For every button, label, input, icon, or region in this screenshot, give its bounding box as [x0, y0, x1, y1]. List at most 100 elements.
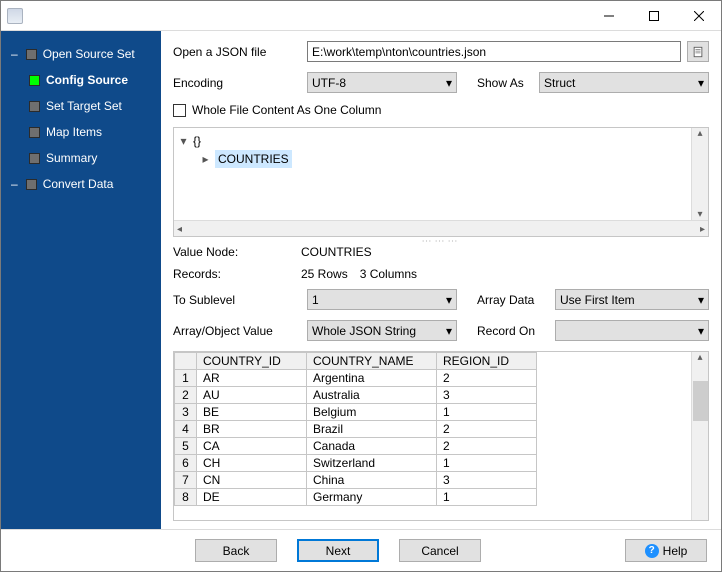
- file-icon: [692, 46, 704, 58]
- wizard-sidebar: – Open Source Set Config Source Set Targ…: [1, 31, 161, 529]
- close-button[interactable]: [676, 1, 721, 30]
- chevron-down-icon: ▾: [446, 293, 452, 307]
- column-header[interactable]: COUNTRY_NAME: [307, 353, 437, 370]
- maximize-button[interactable]: [631, 1, 676, 30]
- json-tree[interactable]: ▾ {} ▸ COUNTRIES ▴ ▾ ◂ ▸: [173, 127, 709, 237]
- showas-select[interactable]: Struct ▾: [539, 72, 709, 93]
- cell[interactable]: CN: [197, 472, 307, 489]
- cell[interactable]: BE: [197, 404, 307, 421]
- row-number: 6: [175, 455, 197, 472]
- tree-horizontal-scrollbar[interactable]: ◂ ▸: [174, 220, 708, 237]
- nav-summary[interactable]: Summary: [1, 145, 161, 171]
- row-number: 3: [175, 404, 197, 421]
- arraydata-value: Use First Item: [560, 293, 635, 307]
- back-button[interactable]: Back: [195, 539, 277, 562]
- tree-node-countries[interactable]: COUNTRIES: [215, 150, 292, 168]
- cell[interactable]: Argentina: [307, 370, 437, 387]
- table-row[interactable]: 5CACanada2: [175, 438, 537, 455]
- cell[interactable]: 2: [437, 370, 537, 387]
- cell[interactable]: BR: [197, 421, 307, 438]
- chevron-down-icon: ▾: [446, 324, 452, 338]
- arrayobj-value: Whole JSON String: [312, 324, 416, 338]
- help-button[interactable]: ? Help: [625, 539, 707, 562]
- cell[interactable]: Canada: [307, 438, 437, 455]
- app-window: – Open Source Set Config Source Set Targ…: [0, 0, 722, 572]
- cell[interactable]: Australia: [307, 387, 437, 404]
- table-row[interactable]: 8DEGermany1: [175, 489, 537, 506]
- step-marker-icon: [29, 153, 40, 164]
- cell[interactable]: 3: [437, 472, 537, 489]
- table-row[interactable]: 3BEBelgium1: [175, 404, 537, 421]
- nav-label: Convert Data: [43, 177, 114, 191]
- nav-set-target-set[interactable]: Set Target Set: [1, 93, 161, 119]
- nav-open-source-set[interactable]: – Open Source Set: [1, 41, 161, 67]
- chevron-down-icon: ▾: [698, 293, 704, 307]
- encoding-value: UTF-8: [312, 76, 346, 90]
- cancel-button[interactable]: Cancel: [399, 539, 481, 562]
- nav-map-items[interactable]: Map Items: [1, 119, 161, 145]
- expand-icon[interactable]: ▸: [200, 150, 211, 168]
- cell[interactable]: Belgium: [307, 404, 437, 421]
- tree-root[interactable]: {}: [193, 132, 201, 150]
- file-path-input[interactable]: [307, 41, 681, 62]
- cell[interactable]: AR: [197, 370, 307, 387]
- cell[interactable]: Brazil: [307, 421, 437, 438]
- nav-label: Open Source Set: [43, 47, 135, 61]
- cell[interactable]: Switzerland: [307, 455, 437, 472]
- encoding-select[interactable]: UTF-8 ▾: [307, 72, 457, 93]
- wizard-footer: Back Next Cancel ? Help: [1, 529, 721, 571]
- step-marker-icon: [29, 127, 40, 138]
- splitter-handle-icon[interactable]: ⋯⋯⋯: [173, 237, 709, 245]
- cell[interactable]: 2: [437, 438, 537, 455]
- encoding-label: Encoding: [173, 76, 301, 90]
- row-number: 2: [175, 387, 197, 404]
- grid-vertical-scrollbar[interactable]: ▴: [691, 352, 708, 520]
- cell[interactable]: China: [307, 472, 437, 489]
- column-header[interactable]: REGION_ID: [437, 353, 537, 370]
- chevron-down-icon: ▾: [698, 324, 704, 338]
- open-file-label: Open a JSON file: [173, 45, 301, 59]
- table-row[interactable]: 2AUAustralia3: [175, 387, 537, 404]
- nav-config-source[interactable]: Config Source: [1, 67, 161, 93]
- nav-label: Set Target Set: [46, 99, 122, 113]
- column-header[interactable]: COUNTRY_ID: [197, 353, 307, 370]
- whole-file-checkbox[interactable]: [173, 104, 186, 117]
- step-marker-icon: [29, 75, 40, 86]
- nav-convert-data[interactable]: – Convert Data: [1, 171, 161, 197]
- cell[interactable]: 1: [437, 455, 537, 472]
- table-row[interactable]: 7CNChina3: [175, 472, 537, 489]
- minimize-button[interactable]: [586, 1, 631, 30]
- collapse-icon[interactable]: ▾: [178, 132, 189, 150]
- tosublevel-label: To Sublevel: [173, 293, 301, 307]
- cell[interactable]: Germany: [307, 489, 437, 506]
- arrayobj-label: Array/Object Value: [173, 324, 301, 338]
- table-row[interactable]: 1ARArgentina2: [175, 370, 537, 387]
- row-number: 8: [175, 489, 197, 506]
- arraydata-select[interactable]: Use First Item ▾: [555, 289, 709, 310]
- cell[interactable]: CA: [197, 438, 307, 455]
- records-rows: 25 Rows: [301, 267, 348, 281]
- cell[interactable]: 3: [437, 387, 537, 404]
- arraydata-label: Array Data: [463, 293, 549, 307]
- cell[interactable]: 2: [437, 421, 537, 438]
- cell[interactable]: 1: [437, 404, 537, 421]
- cell[interactable]: CH: [197, 455, 307, 472]
- app-icon: [7, 8, 23, 24]
- step-marker-icon: [26, 179, 37, 190]
- cell[interactable]: AU: [197, 387, 307, 404]
- scroll-up-icon: ▴: [697, 352, 702, 363]
- records-label: Records:: [173, 267, 301, 281]
- tree-vertical-scrollbar[interactable]: ▴ ▾: [691, 128, 708, 220]
- browse-file-button[interactable]: [687, 41, 709, 62]
- tosublevel-select[interactable]: 1 ▾: [307, 289, 457, 310]
- next-button[interactable]: Next: [297, 539, 379, 562]
- arrayobj-select[interactable]: Whole JSON String ▾: [307, 320, 457, 341]
- table-row[interactable]: 4BRBrazil2: [175, 421, 537, 438]
- records-cols: 3 Columns: [360, 267, 417, 281]
- preview-grid[interactable]: COUNTRY_IDCOUNTRY_NAMEREGION_ID 1ARArgen…: [173, 351, 709, 521]
- scrollbar-thumb[interactable]: [693, 381, 708, 421]
- table-row[interactable]: 6CHSwitzerland1: [175, 455, 537, 472]
- recordon-select[interactable]: ▾: [555, 320, 709, 341]
- cell[interactable]: 1: [437, 489, 537, 506]
- cell[interactable]: DE: [197, 489, 307, 506]
